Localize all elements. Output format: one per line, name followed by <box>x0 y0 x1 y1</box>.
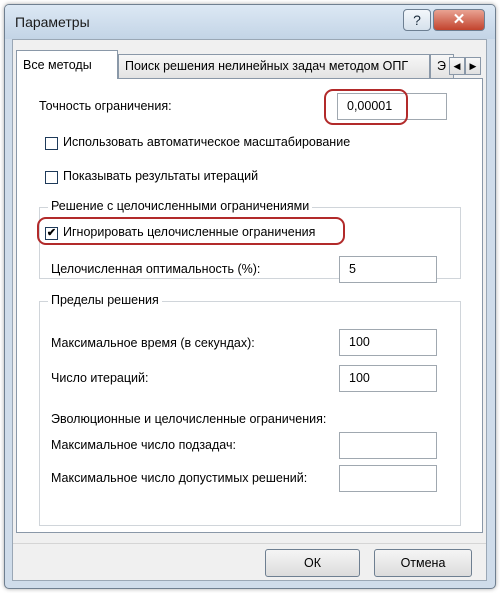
evolutionary-constraints-label: Эволюционные и целочисленные ограничения… <box>51 412 327 426</box>
tab-strip: Все методы Поиск решения нелинейных зада… <box>13 50 486 79</box>
help-button[interactable]: ? <box>403 9 431 31</box>
close-button[interactable]: ✕ <box>433 9 485 31</box>
integer-optimality-field[interactable]: 5 <box>339 256 437 283</box>
parameters-dialog: Параметры ? ✕ Все методы Поиск решения н… <box>4 4 496 589</box>
tab-all-methods[interactable]: Все методы <box>16 50 118 79</box>
cancel-button[interactable]: Отмена <box>374 549 472 577</box>
tab-scroll-right-icon[interactable]: ▶ <box>465 57 481 75</box>
title-bar[interactable]: Параметры ? ✕ <box>5 5 495 39</box>
integer-optimality-label: Целочисленная оптимальность (%): <box>51 262 261 276</box>
iterations-field[interactable]: 100 <box>339 365 437 392</box>
solving-limits-title: Пределы решения <box>48 293 162 307</box>
dialog-client-area: Все методы Поиск решения нелинейных зада… <box>12 39 487 581</box>
tab-grg-nonlinear[interactable]: Поиск решения нелинейных задач методом О… <box>118 54 430 78</box>
auto-scaling-label[interactable]: Использовать автоматическое масштабирова… <box>63 135 350 149</box>
integer-constraints-title: Решение с целочисленными ограничениями <box>48 199 313 213</box>
max-time-label: Максимальное время (в секундах): <box>51 336 255 350</box>
max-time-field[interactable]: 100 <box>339 329 437 356</box>
max-subproblems-field[interactable] <box>339 432 437 459</box>
tab-scroll-left-icon[interactable]: ◀ <box>449 57 465 75</box>
window-title: Параметры <box>15 14 90 30</box>
auto-scaling-checkbox[interactable] <box>45 137 58 150</box>
precision-highlight <box>324 89 408 125</box>
ok-button[interactable]: ОК <box>265 549 360 577</box>
show-iterations-label[interactable]: Показывать результаты итераций <box>63 169 258 183</box>
show-iterations-checkbox[interactable] <box>45 171 58 184</box>
max-solutions-label: Максимальное число допустимых решений: <box>51 471 308 485</box>
button-separator <box>13 543 486 544</box>
max-subproblems-label: Максимальное число подзадач: <box>51 438 236 452</box>
ignore-integer-highlight <box>37 217 345 245</box>
tab-panel-all-methods: Точность ограничения: 0,00001 Использова… <box>16 78 483 533</box>
precision-label: Точность ограничения: <box>39 99 172 113</box>
iterations-label: Число итераций: <box>51 371 149 385</box>
max-solutions-field[interactable] <box>339 465 437 492</box>
